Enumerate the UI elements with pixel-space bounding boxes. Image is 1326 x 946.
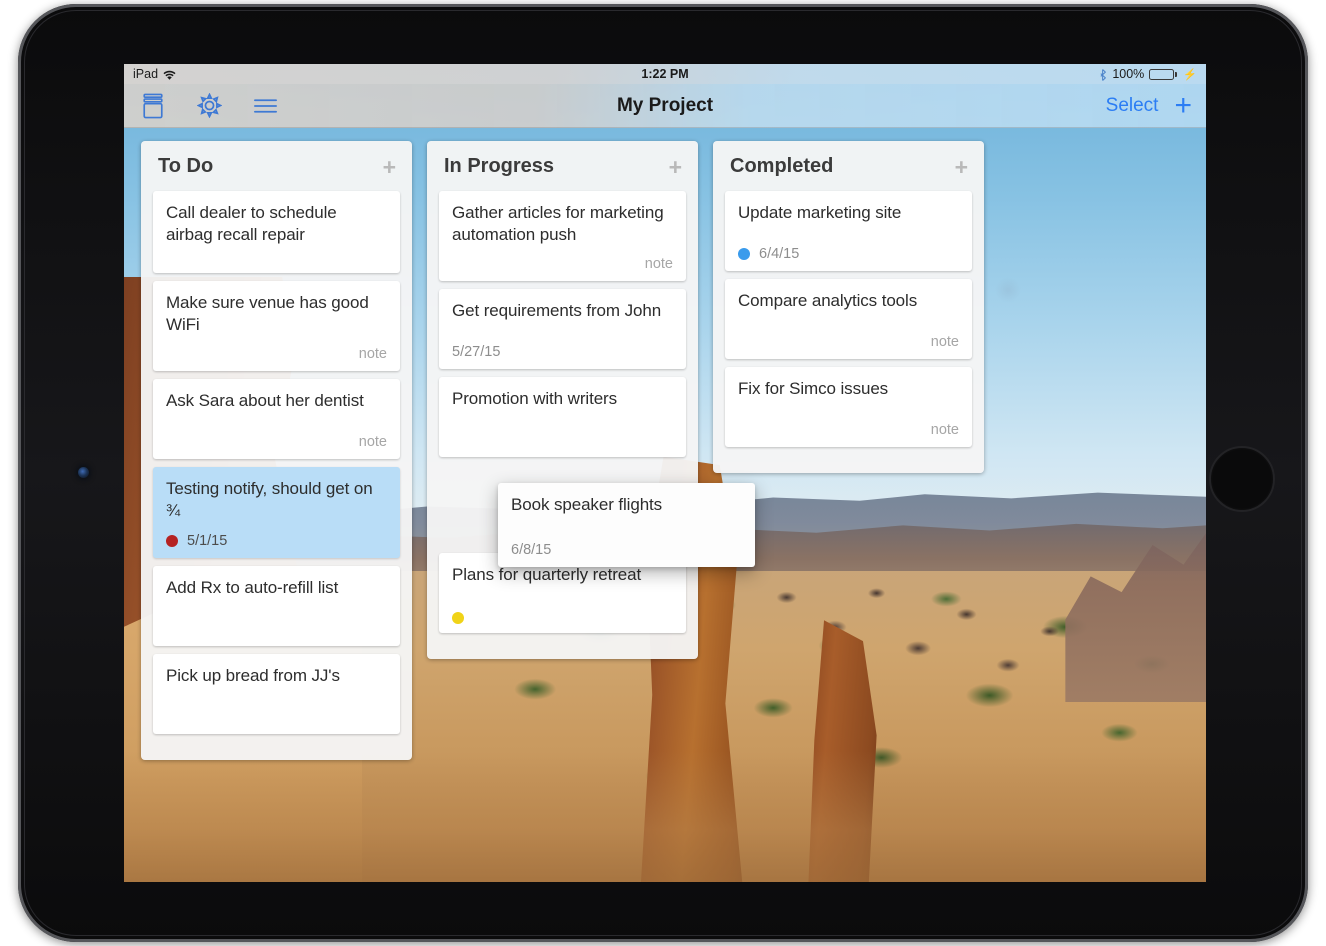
- card-note-label: note: [358, 434, 387, 451]
- board-column: To Do + Call dealer to schedule airbag rec…: [141, 141, 412, 760]
- card-footer: note: [166, 336, 387, 362]
- navigation-bar: My Project Select +: [124, 84, 1206, 128]
- column-add-card-button[interactable]: +: [955, 155, 968, 178]
- card-priority-dot-icon: [166, 534, 178, 547]
- card-title: Fix for Simco issues: [738, 379, 889, 398]
- gear-icon[interactable]: [194, 91, 224, 121]
- board-column: In Progress + Gather articles for marketin…: [427, 141, 698, 660]
- card-date: 5/27/15: [452, 344, 501, 361]
- select-button[interactable]: Select: [1106, 95, 1159, 117]
- card-footer: 5/27/15: [452, 334, 673, 360]
- column-title: To Do: [158, 155, 214, 177]
- card-priority-dot-icon: [452, 612, 464, 625]
- card-footer: 6/8/15: [511, 532, 742, 558]
- task-card[interactable]: Add Rx to auto-refill list: [153, 565, 400, 646]
- task-card[interactable]: Gather articles for marketing automation…: [439, 191, 686, 282]
- card-footer: note: [452, 246, 673, 272]
- task-card[interactable]: Compare analytics tools note: [725, 279, 972, 359]
- hamburger-menu-icon[interactable]: [250, 91, 280, 121]
- column-card-list: Call dealer to schedule airbag recall re…: [141, 191, 412, 734]
- card-title: Gather articles for marketing automation…: [452, 203, 664, 245]
- card-date: 6/4/15: [759, 246, 800, 262]
- card-title: Compare analytics tools: [738, 291, 918, 310]
- nav-right-buttons: Select +: [1106, 90, 1192, 120]
- task-card[interactable]: Promotion with writers: [439, 377, 686, 458]
- card-title: Pick up bread from JJ's: [166, 665, 340, 685]
- battery-icon: [1149, 68, 1178, 80]
- card-priority-dot-icon: [738, 248, 750, 260]
- column-header: In Progress +: [427, 141, 698, 191]
- column-header: Completed +: [713, 141, 984, 191]
- card-title: Testing notify, should get on ¾: [166, 479, 373, 521]
- task-card[interactable]: Testing notify, should get on ¾ 5/1/15: [153, 467, 400, 558]
- card-footer: 6/4/15: [738, 236, 959, 262]
- column-header: To Do +: [141, 141, 412, 191]
- ipad-screen: iPad 1:22 PM 100% ⚡ My Project Select + …: [124, 64, 1206, 882]
- card-note-label: note: [930, 422, 959, 438]
- column-title: In Progress: [444, 155, 555, 177]
- card-title: Book speaker flights: [511, 495, 663, 514]
- battery-percent-label: 100%: [1112, 67, 1145, 81]
- card-date: 5/1/15: [187, 532, 228, 549]
- task-card[interactable]: Ask Sara about her dentist note: [153, 379, 400, 460]
- card-footer: note: [738, 412, 959, 438]
- card-title: Add Rx to auto-refill list: [166, 577, 339, 597]
- lightning-bolt-icon: ⚡: [1183, 68, 1197, 81]
- task-card[interactable]: Get requirements from John 5/27/15: [439, 289, 686, 370]
- status-bar-right: 100% ⚡: [1099, 67, 1197, 81]
- front-camera-icon: [78, 467, 89, 478]
- card-note-label: note: [930, 334, 959, 350]
- card-footer: [452, 430, 673, 448]
- archive-box-icon[interactable]: [138, 91, 168, 121]
- task-card[interactable]: Update marketing site 6/4/15: [725, 191, 972, 271]
- column-title: Completed: [730, 155, 834, 177]
- card-title: Get requirements from John: [452, 301, 662, 321]
- column-add-card-button[interactable]: +: [383, 155, 396, 178]
- add-button[interactable]: +: [1174, 90, 1192, 120]
- card-footer: [166, 619, 387, 637]
- card-title: Promotion with writers: [452, 389, 618, 409]
- status-bar-time: 1:22 PM: [641, 67, 689, 81]
- task-card[interactable]: Make sure venue has good WiFi note: [153, 281, 400, 372]
- status-bar: iPad 1:22 PM 100% ⚡: [124, 64, 1206, 84]
- bluetooth-icon: [1099, 69, 1107, 81]
- card-title: Ask Sara about her dentist: [166, 391, 364, 411]
- card-note-label: note: [644, 256, 673, 273]
- card-title: Call dealer to schedule airbag recall re…: [166, 203, 337, 245]
- home-button[interactable]: [1209, 446, 1275, 512]
- card-footer: [166, 707, 387, 725]
- nav-left-buttons: [138, 91, 280, 121]
- card-title: Make sure venue has good WiFi: [166, 293, 369, 335]
- board-column: Completed + Update marketing site 6/4/15 Com…: [713, 141, 984, 473]
- card-footer: note: [738, 324, 959, 350]
- card-footer: [452, 602, 673, 625]
- column-card-list: Update marketing site 6/4/15 Compare analy…: [713, 191, 984, 447]
- task-card[interactable]: Fix for Simco issues note: [725, 367, 972, 447]
- card-footer: 5/1/15: [166, 523, 387, 549]
- card-note-label: note: [358, 346, 387, 363]
- card-title: Plans for quarterly retreat: [452, 565, 642, 585]
- card-footer: note: [166, 424, 387, 450]
- task-card[interactable]: Call dealer to schedule airbag recall re…: [153, 191, 400, 274]
- card-date: 6/8/15: [511, 542, 552, 558]
- dragged-card[interactable]: Book speaker flights 6/8/15: [498, 483, 755, 567]
- card-footer: [166, 246, 387, 264]
- ipad-device-frame: iPad 1:22 PM 100% ⚡ My Project Select + …: [18, 4, 1308, 942]
- card-title: Update marketing site: [738, 203, 902, 222]
- column-add-card-button[interactable]: +: [669, 155, 682, 178]
- task-card[interactable]: Pick up bread from JJ's: [153, 653, 400, 734]
- page-title: My Project: [616, 94, 714, 116]
